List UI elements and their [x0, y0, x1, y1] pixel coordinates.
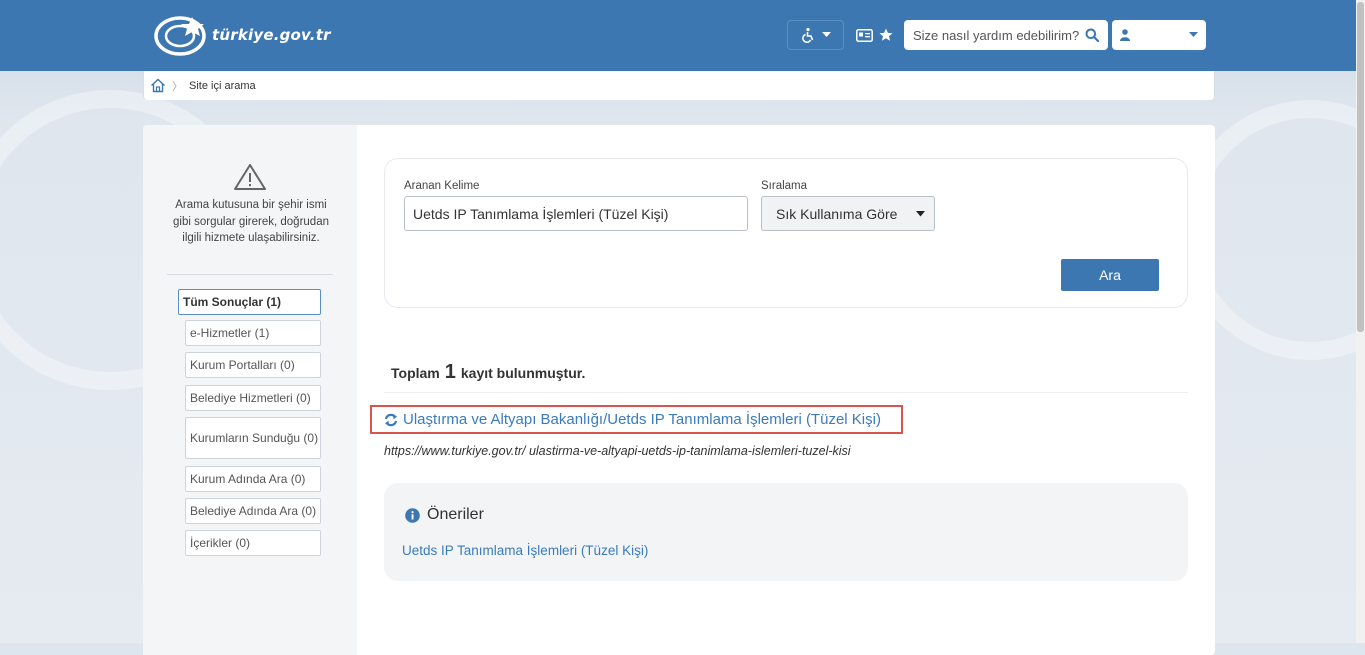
total-count: 1 — [444, 361, 456, 383]
user-icon — [1120, 29, 1130, 41]
total-suffix: kayıt bulunmuştur. — [460, 365, 586, 381]
breadcrumb: 〉 Site içi arama — [143, 71, 1215, 100]
filter-institution-portals[interactable]: Kurum Portalları (0) — [185, 352, 321, 378]
page-scrollbar-thumb[interactable] — [1357, 2, 1364, 332]
breadcrumb-separator: 〉 — [172, 80, 183, 93]
result-item-title: Ulaştırma ve Altyapı Bakanlığı/Uetds IP … — [403, 411, 881, 428]
logo-emblem-icon — [154, 16, 206, 56]
result-item-link[interactable]: Ulaştırma ve Altyapı Bakanlığı/Uetds IP … — [384, 411, 881, 428]
suggestion-link[interactable]: Uetds IP Tanımlama İşlemleri (Tüzel Kişi… — [402, 543, 648, 558]
site-logo[interactable]: türkiye.gov.tr — [152, 12, 342, 58]
suggestions-heading: Öneriler — [405, 506, 484, 524]
sort-select[interactable]: Sık Kullanıma Göre — [761, 196, 935, 231]
sidebar-tip-text: Arama kutusuna bir şehir ismi gibi sorgu… — [173, 199, 329, 244]
header-search-input[interactable] — [913, 27, 1085, 43]
filter-contents[interactable]: İçerikler (0) — [185, 530, 321, 556]
results-total: Toplam 1 kayıt bulunmuştur. — [391, 361, 585, 384]
top-header: türkiye.gov.tr — [0, 0, 1365, 71]
sort-label: Sıralama — [761, 180, 808, 192]
suggestions-title: Öneriler — [427, 506, 484, 523]
id-card-icon — [855, 28, 873, 42]
accessibility-menu-button[interactable] — [787, 20, 844, 50]
star-icon — [879, 28, 892, 41]
keyword-input[interactable] — [404, 196, 748, 231]
suggestions-card — [384, 483, 1188, 581]
filter-all-results[interactable]: Tüm Sonuçlar (1) — [178, 289, 321, 315]
home-icon[interactable] — [150, 78, 166, 93]
result-item-url: https://www.turkiye.gov.tr/ ulastirma-ve… — [384, 444, 851, 458]
chevron-down-icon — [822, 32, 831, 37]
logo-text: türkiye.gov.tr — [212, 26, 331, 44]
header-search-box — [904, 20, 1108, 50]
results-divider — [384, 392, 1188, 393]
sidebar-divider — [167, 274, 333, 275]
refresh-icon — [384, 413, 398, 426]
chevron-down-icon — [1189, 32, 1198, 37]
sort-select-value: Sık Kullanıma Göre — [776, 205, 898, 222]
total-prefix: Toplam — [391, 365, 440, 381]
keyword-label: Aranan Kelime — [404, 180, 480, 192]
search-icon[interactable] — [1085, 28, 1099, 42]
filter-search-municipality-name[interactable]: Belediye Adında Ara (0) — [185, 498, 321, 524]
breadcrumb-current: Site içi arama — [189, 79, 256, 92]
wheelchair-icon — [802, 27, 814, 43]
info-icon — [405, 507, 420, 523]
filter-institution-provided[interactable]: Kurumların Sunduğu (0) — [185, 417, 321, 459]
id-card-favorites-button[interactable] — [848, 20, 900, 50]
caret-down-icon — [916, 210, 925, 216]
filter-search-institution-name[interactable]: Kurum Adında Ara (0) — [185, 466, 321, 492]
warning-icon — [234, 164, 266, 190]
filter-e-services[interactable]: e-Hizmetler (1) — [185, 320, 321, 346]
search-submit-button[interactable]: Ara — [1061, 259, 1159, 291]
user-menu-button[interactable] — [1112, 20, 1206, 50]
filter-municipality-services[interactable]: Belediye Hizmetleri (0) — [185, 385, 321, 411]
